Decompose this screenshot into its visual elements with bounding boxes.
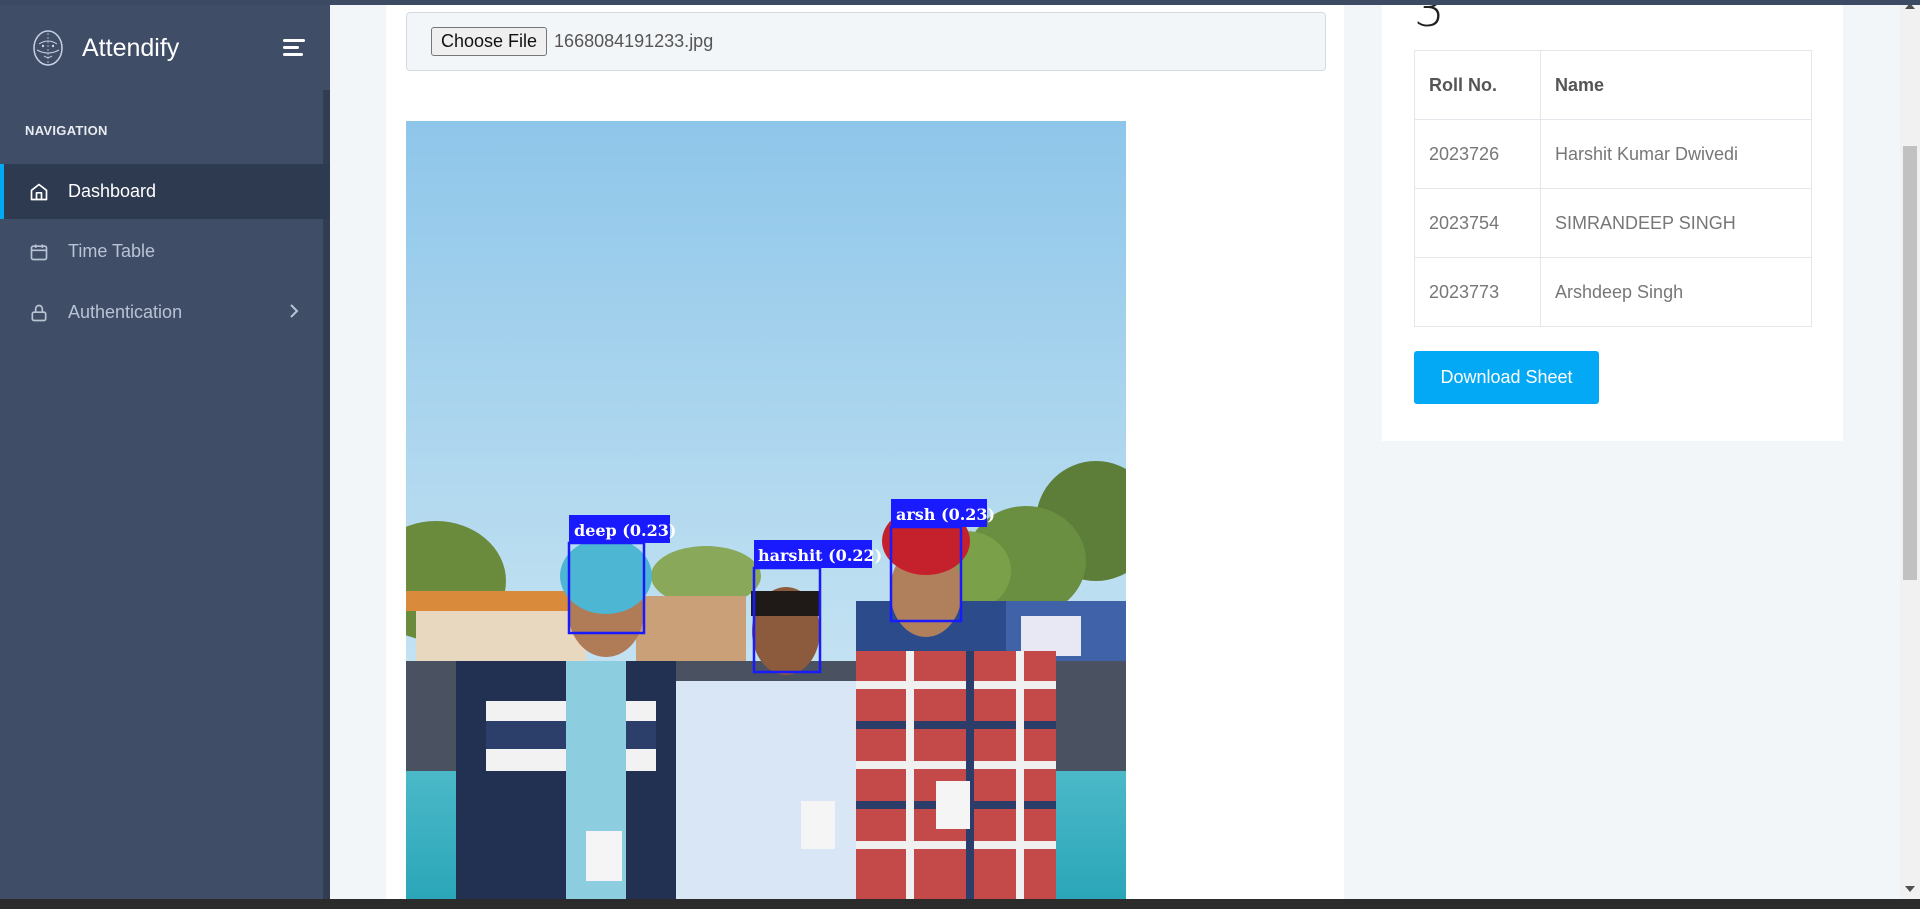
detection-label-deep: deep (0.23) xyxy=(574,521,676,540)
chevron-right-icon xyxy=(288,303,300,324)
sidebar-item-label: Time Table xyxy=(68,241,156,261)
sidebar-item-dashboard[interactable]: Dashboard xyxy=(0,164,330,219)
scroll-thumb[interactable] xyxy=(1903,146,1917,580)
column-header-name: Name xyxy=(1540,50,1812,120)
table-row: 2023726 Harshit Kumar Dwivedi xyxy=(1414,119,1812,189)
sidebar-item-label: Dashboard xyxy=(68,181,157,201)
detection-result-image: deep (0.23) harshit (0.22) arsh (0.23) xyxy=(406,121,1126,899)
cell-name: Harshit Kumar Dwivedi xyxy=(1540,119,1812,189)
table-header-row: Roll No. Name xyxy=(1414,50,1812,120)
sidebar: Attendify NAVIGATION Dashboard Time Tabl… xyxy=(0,0,330,899)
attendance-table: Roll No. Name 2023726 Harshit Kumar Dwiv… xyxy=(1414,50,1812,327)
selected-file-name: 1668084191233.jpg xyxy=(554,31,714,51)
face-logo-icon xyxy=(33,30,63,66)
scroll-down-icon[interactable] xyxy=(1905,886,1915,892)
nav-caption: NAVIGATION xyxy=(25,123,108,138)
cell-roll: 2023773 xyxy=(1414,257,1541,327)
sidebar-item-authentication[interactable]: Authentication xyxy=(0,285,330,340)
cell-name: Arshdeep Singh xyxy=(1540,257,1812,327)
brand[interactable]: Attendify xyxy=(28,26,179,70)
file-input[interactable]: Choose File 1668084191233.jpg xyxy=(406,12,1326,71)
table-row: 2023773 Arshdeep Singh xyxy=(1414,257,1812,327)
choose-file-button[interactable]: Choose File xyxy=(431,27,548,56)
detection-label-arsh: arsh (0.23) xyxy=(896,505,995,524)
cell-name: SIMRANDEEP SINGH xyxy=(1540,188,1812,258)
present-count: 3 xyxy=(1414,0,1445,38)
home-icon xyxy=(28,181,50,203)
window-top-strip xyxy=(0,0,1920,5)
group-photo-illustration: deep (0.23) harshit (0.22) arsh (0.23) xyxy=(406,121,1126,899)
cell-roll: 2023754 xyxy=(1414,188,1541,258)
calendar-icon xyxy=(28,241,50,263)
brand-name: Attendify xyxy=(82,33,180,62)
download-sheet-button[interactable]: Download Sheet xyxy=(1414,351,1599,404)
cell-roll: 2023726 xyxy=(1414,119,1541,189)
column-header-roll: Roll No. xyxy=(1414,50,1541,120)
detection-label-harshit: harshit (0.22) xyxy=(758,546,882,565)
menu-toggle-icon[interactable] xyxy=(283,39,305,57)
window-bottom-strip xyxy=(0,899,1920,909)
table-row: 2023754 SIMRANDEEP SINGH xyxy=(1414,188,1812,258)
sidebar-item-label: Authentication xyxy=(68,302,183,322)
page-scrollbar[interactable] xyxy=(1900,0,1920,899)
lock-icon xyxy=(28,302,50,324)
sidebar-item-time-table[interactable]: Time Table xyxy=(0,224,330,279)
